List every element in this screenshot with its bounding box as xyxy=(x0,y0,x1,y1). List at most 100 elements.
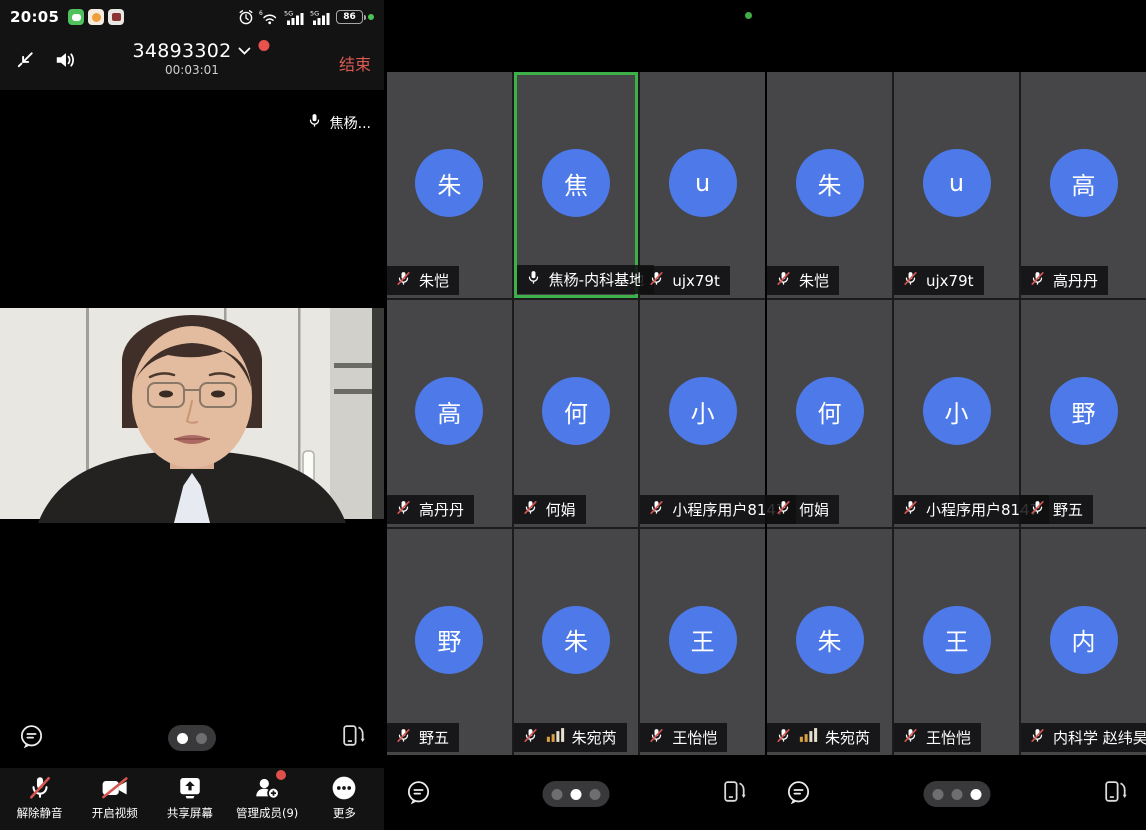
participant-name-tag: 野五 xyxy=(387,723,459,752)
rotate-screen-icon xyxy=(1101,779,1128,806)
participant-tile[interactable]: 野 野五 xyxy=(1021,300,1146,526)
mic-muted-icon xyxy=(775,727,792,744)
participant-tile[interactable]: 小 小程序用户8147 xyxy=(894,300,1019,526)
participant-tile[interactable]: 朱 朱恺 xyxy=(387,72,512,298)
participant-grid: 朱 朱恺 u ujx79t 高 高丹丹 xyxy=(767,72,1146,755)
chat-button[interactable] xyxy=(18,723,45,754)
participant-tile[interactable]: 野 野五 xyxy=(387,529,512,755)
page-dot xyxy=(951,789,962,800)
network-signal-icon xyxy=(546,727,565,743)
wifi-icon: 6 xyxy=(259,9,279,25)
mic-on-icon xyxy=(525,269,542,286)
page-indicator[interactable] xyxy=(923,781,990,807)
toolbar-button-more[interactable]: 更多 xyxy=(315,774,373,821)
participant-grid: 朱 朱恺 焦 焦杨-内科基地 u ujx79t 高 xyxy=(387,72,765,755)
chat-button[interactable] xyxy=(785,779,812,810)
toolbar-button-share-screen[interactable]: 共享屏幕 xyxy=(161,774,219,821)
active-speaker-tag: 焦杨... xyxy=(306,112,371,133)
chat-button[interactable] xyxy=(405,779,432,810)
participant-name-tag: ujx79t xyxy=(640,266,730,295)
participant-name-tag: 高丹丹 xyxy=(387,495,474,524)
participant-name-tag: 朱宛芮 xyxy=(514,723,627,752)
app-icon-red xyxy=(108,9,124,25)
participant-name: 朱恺 xyxy=(419,270,449,291)
participant-tile[interactable]: 高 高丹丹 xyxy=(1021,72,1146,298)
network-signal-icon xyxy=(799,727,818,743)
toolbar-button-members[interactable]: 管理成员(9) xyxy=(236,774,298,821)
participant-name: 野五 xyxy=(1053,499,1083,520)
page-dot xyxy=(196,733,207,744)
meeting-id: 34893302 xyxy=(132,40,231,62)
participant-name: 焦杨-内科基地 xyxy=(549,269,644,290)
participant-tile[interactable]: 焦 焦杨-内科基地 xyxy=(514,72,639,298)
participant-tile[interactable]: u ujx79t xyxy=(894,72,1019,298)
participant-name-tag: 朱恺 xyxy=(767,266,839,295)
active-speaker-video[interactable]: 焦杨... xyxy=(0,90,384,303)
participant-tile[interactable]: 小 小程序用户8147 xyxy=(640,300,765,526)
participant-tile[interactable]: 何 何娟 xyxy=(767,300,892,526)
participant-tile[interactable]: 高 高丹丹 xyxy=(387,300,512,526)
participant-name-tag: 内科学 赵纬昊 xyxy=(1021,723,1146,752)
participant-avatar: u xyxy=(669,149,737,217)
participant-tile[interactable]: 王 王怡恺 xyxy=(894,529,1019,755)
participant-tile[interactable]: u ujx79t xyxy=(640,72,765,298)
toolbar-button-label: 管理成员(9) xyxy=(236,805,298,821)
participant-tile[interactable]: 内 内科学 赵纬昊 xyxy=(1021,529,1146,755)
participant-tile[interactable]: 朱 朱宛芮 xyxy=(767,529,892,755)
mic-muted-icon xyxy=(395,270,412,287)
participant-avatar: 焦 xyxy=(542,149,610,217)
participant-avatar: 小 xyxy=(923,377,991,445)
mic-muted-icon xyxy=(648,727,665,744)
page-dot xyxy=(177,733,188,744)
rotate-screen-button[interactable] xyxy=(720,779,747,810)
toolbar-button-label: 开启视频 xyxy=(92,805,138,821)
rotate-screen-button[interactable] xyxy=(1101,779,1128,810)
toolbar-button-mic-muted[interactable]: 解除静音 xyxy=(11,774,69,821)
participant-avatar: 野 xyxy=(1050,377,1118,445)
left-phone-screen: 20:05 6 5G xyxy=(0,0,384,830)
battery-indicator: 86 xyxy=(336,10,363,24)
mic-muted-icon xyxy=(902,727,919,744)
participant-avatar: 内 xyxy=(1050,606,1118,674)
camera-off-icon xyxy=(101,776,129,800)
participant-name: 何娟 xyxy=(799,499,829,520)
page-indicator[interactable] xyxy=(543,781,610,807)
recording-dot xyxy=(259,40,270,51)
participant-name-tag: 何娟 xyxy=(514,495,586,524)
participant-tile[interactable]: 朱 朱宛芮 xyxy=(514,529,639,755)
toolbar-button-label: 解除静音 xyxy=(17,805,63,821)
participant-name-tag: 朱恺 xyxy=(387,266,459,295)
participant-tile[interactable]: 王 王怡恺 xyxy=(640,529,765,755)
participant-tile[interactable]: 何 何娟 xyxy=(514,300,639,526)
toolbar-button-camera-off[interactable]: 开启视频 xyxy=(86,774,144,821)
participant-name: ujx79t xyxy=(672,272,720,290)
mic-muted-icon xyxy=(1029,727,1046,744)
alarm-icon xyxy=(238,9,254,25)
participant-name: 内科学 赵纬昊 xyxy=(1053,727,1146,748)
participant-name-tag: 焦杨-内科基地 xyxy=(517,265,654,294)
mic-muted-icon xyxy=(775,270,792,287)
participant-name: 高丹丹 xyxy=(419,499,464,520)
clock: 20:05 xyxy=(10,8,59,26)
participant-video-feed[interactable] xyxy=(0,303,384,523)
call-duration: 00:03:01 xyxy=(132,63,251,77)
participant-avatar: 何 xyxy=(542,377,610,445)
participant-avatar: 朱 xyxy=(415,149,483,217)
rotate-screen-button[interactable] xyxy=(339,723,366,754)
minimize-icon[interactable] xyxy=(14,48,37,71)
page-indicator[interactable] xyxy=(168,725,216,751)
privacy-indicator-dot xyxy=(368,14,374,20)
meeting-id-dropdown[interactable]: 34893302 00:03:01 xyxy=(132,40,251,77)
mic-on-icon xyxy=(306,112,323,129)
speaker-icon[interactable] xyxy=(53,49,78,71)
mic-muted-icon xyxy=(1029,499,1046,516)
grid-screen-1: 朱 朱恺 焦 焦杨-内科基地 u ujx79t 高 xyxy=(384,0,765,830)
share-screen-icon xyxy=(177,775,203,801)
more-icon xyxy=(331,775,357,801)
meeting-app: 20:05 6 5G xyxy=(0,0,1146,830)
participant-avatar: 小 xyxy=(669,377,737,445)
end-meeting-button[interactable]: 结束 xyxy=(339,51,371,75)
participant-tile[interactable]: 朱 朱恺 xyxy=(767,72,892,298)
page-dot xyxy=(932,789,943,800)
participant-name: 野五 xyxy=(419,727,449,748)
